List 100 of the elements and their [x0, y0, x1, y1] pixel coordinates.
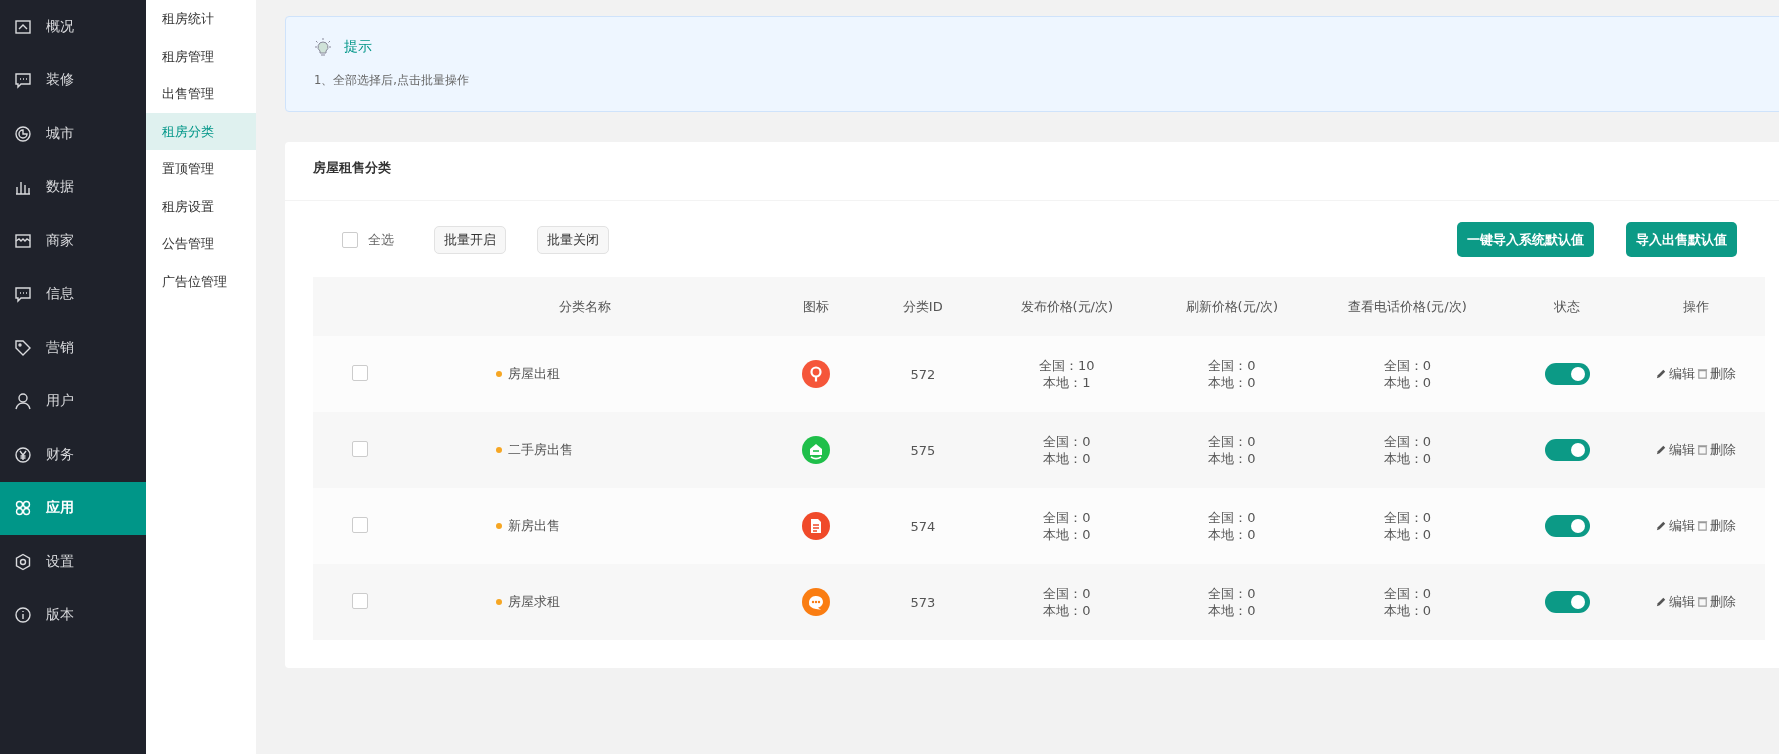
- lightbulb-icon: [314, 37, 332, 57]
- price-text: 全国：0: [1207, 585, 1257, 602]
- tag-icon: [14, 338, 32, 357]
- sidebar-item[interactable]: 装修: [0, 53, 146, 107]
- submenu-item[interactable]: 置顶管理: [146, 150, 256, 188]
- price-text: 全国：0: [1207, 509, 1257, 526]
- sidebar-item[interactable]: 应用: [0, 481, 146, 535]
- status-toggle[interactable]: [1544, 591, 1590, 613]
- bullet-dot: [495, 599, 502, 605]
- sidebar-item[interactable]: 信息: [0, 267, 146, 321]
- chat-bubble-icon: [14, 71, 32, 90]
- store-icon: [14, 231, 32, 250]
- status-toggle[interactable]: [1544, 515, 1590, 537]
- submenu-item[interactable]: 租房管理: [146, 37, 256, 75]
- action-link[interactable]: 删除: [1696, 592, 1737, 611]
- settings-icon: [14, 552, 32, 571]
- price-text: 本地：1: [1042, 374, 1092, 391]
- price-text: 本地：0: [1042, 602, 1092, 619]
- submenu-item[interactable]: 公告管理: [146, 225, 256, 263]
- batch-button[interactable]: 批量关闭: [537, 225, 609, 254]
- status-toggle[interactable]: [1544, 363, 1590, 385]
- trash-icon: [1696, 595, 1710, 609]
- chart-frame-icon: [14, 17, 32, 36]
- batch-button[interactable]: 批量开启: [434, 225, 506, 254]
- price-text: 全国：0: [1382, 509, 1433, 526]
- submenu-item[interactable]: 广告位管理: [146, 262, 256, 300]
- price-text: 本地：0: [1207, 602, 1257, 619]
- column-header: 分类名称: [558, 298, 611, 314]
- tip-text: 1、全部选择后,点击批量操作: [314, 73, 470, 88]
- trash-icon: [1696, 367, 1710, 381]
- row-checkbox[interactable]: [352, 364, 369, 381]
- category-name: 新房出售: [507, 517, 560, 535]
- price-text: 全国：0: [1042, 509, 1092, 526]
- status-toggle[interactable]: [1544, 439, 1590, 461]
- select-all-checkbox[interactable]: [342, 231, 358, 248]
- category-id: 573: [910, 594, 936, 610]
- sidebar-item[interactable]: 概况: [0, 0, 146, 54]
- price-text: 全国：0: [1207, 357, 1257, 374]
- sidebar-item[interactable]: 设置: [0, 535, 146, 589]
- column-header: 刷新价格(元/次): [1185, 298, 1279, 314]
- trash-icon: [1696, 519, 1710, 533]
- column-header: 操作: [1682, 298, 1709, 314]
- trash-icon: [1696, 443, 1710, 457]
- column-header: 分类ID: [902, 298, 943, 314]
- category-id: 575: [910, 442, 936, 458]
- price-text: 本地：0: [1382, 450, 1433, 467]
- bullet-dot: [495, 371, 502, 377]
- import-button[interactable]: 导入出售默认值: [1626, 222, 1737, 257]
- bullet-dot: [495, 523, 502, 529]
- price-text: 本地：0: [1207, 374, 1257, 391]
- submenu-item[interactable]: 租房设置: [146, 187, 256, 225]
- chat-bubble-icon: [14, 285, 32, 304]
- pie-chart-icon: [14, 124, 32, 143]
- category-name: 二手房出售: [507, 441, 573, 459]
- checkbox-label: 全选: [368, 230, 394, 249]
- price-text: 本地：0: [1382, 526, 1433, 543]
- category-name: 房屋求租: [507, 593, 560, 611]
- action-link[interactable]: 编辑: [1655, 516, 1696, 535]
- submenu-item[interactable]: 出售管理: [146, 75, 256, 113]
- sidebar-item[interactable]: 数据: [0, 160, 146, 214]
- row-checkbox[interactable]: [352, 592, 369, 609]
- action-link[interactable]: 删除: [1696, 516, 1737, 535]
- sidebar-item[interactable]: 版本: [0, 588, 146, 642]
- column-header: 图标: [802, 298, 829, 314]
- sidebar-item[interactable]: 用户: [0, 374, 146, 428]
- price-text: 本地：0: [1382, 374, 1433, 391]
- category-id: 572: [910, 366, 936, 382]
- apps-icon: [14, 499, 32, 518]
- sidebar-item[interactable]: 营销: [0, 321, 146, 375]
- column-header: 发布价格(元/次): [1020, 298, 1114, 314]
- price-text: 全国：0: [1382, 357, 1433, 374]
- user-icon: [14, 392, 32, 411]
- price-text: 本地：0: [1207, 450, 1257, 467]
- action-link[interactable]: 删除: [1696, 364, 1737, 383]
- row-checkbox[interactable]: [352, 440, 369, 457]
- price-text: 全国：0: [1207, 433, 1257, 450]
- price-text: 本地：0: [1382, 602, 1433, 619]
- sidebar-item[interactable]: 商家: [0, 214, 146, 268]
- info-icon: [14, 606, 32, 625]
- price-text: 本地：0: [1042, 450, 1092, 467]
- action-link[interactable]: 编辑: [1655, 592, 1696, 611]
- action-link[interactable]: 编辑: [1655, 440, 1696, 459]
- import-button[interactable]: 一键导入系统默认值: [1457, 222, 1594, 257]
- price-text: 全国：0: [1042, 585, 1092, 602]
- price-text: 全国：0: [1382, 585, 1433, 602]
- bullet-dot: [495, 447, 502, 453]
- price-text: 全国：0: [1382, 433, 1433, 450]
- price-text: 本地：0: [1042, 526, 1092, 543]
- row-checkbox[interactable]: [352, 516, 369, 533]
- action-link[interactable]: 编辑: [1655, 364, 1696, 383]
- tip-title: 提示: [344, 38, 372, 56]
- submenu-item[interactable]: 租房统计: [146, 0, 256, 38]
- price-text: 本地：0: [1207, 526, 1257, 543]
- price-text: 全国：0: [1042, 433, 1092, 450]
- column-header: 查看电话价格(元/次): [1348, 298, 1467, 314]
- card-title: 房屋租售分类: [285, 142, 1779, 201]
- action-link[interactable]: 删除: [1696, 440, 1737, 459]
- column-header: 状态: [1554, 298, 1581, 314]
- sidebar-item[interactable]: 财务: [0, 428, 146, 482]
- sidebar-item[interactable]: 城市: [0, 107, 146, 161]
